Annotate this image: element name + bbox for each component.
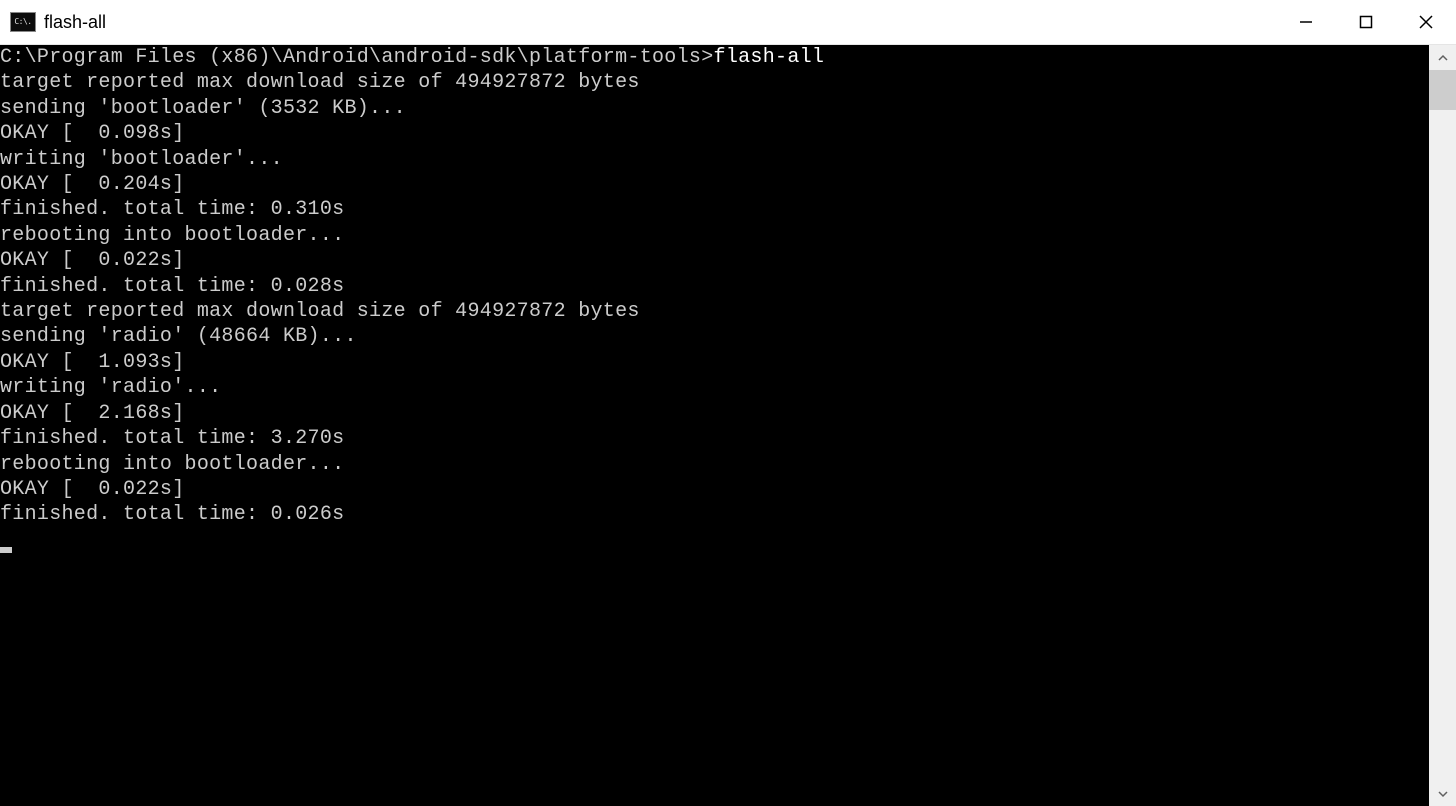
terminal-line: rebooting into bootloader...	[0, 223, 1429, 248]
scroll-thumb[interactable]	[1429, 70, 1456, 110]
minimize-button[interactable]	[1276, 0, 1336, 44]
window-controls	[1276, 0, 1456, 44]
terminal-line: OKAY [ 1.093s]	[0, 350, 1429, 375]
titlebar: C:\. flash-all	[0, 0, 1456, 45]
prompt-line: C:\Program Files (x86)\Android\android-s…	[0, 45, 1429, 70]
terminal-cursor	[0, 547, 12, 553]
prompt-path: C:\Program Files (x86)\Android\android-s…	[0, 46, 714, 69]
scroll-down-button[interactable]	[1429, 781, 1456, 806]
terminal-line: OKAY [ 0.204s]	[0, 172, 1429, 197]
terminal-line: target reported max download size of 494…	[0, 70, 1429, 95]
terminal-line: finished. total time: 0.028s	[0, 274, 1429, 299]
minimize-icon	[1299, 15, 1313, 29]
close-button[interactable]	[1396, 0, 1456, 44]
terminal-line: finished. total time: 0.026s	[0, 502, 1429, 527]
chevron-up-icon	[1438, 53, 1448, 63]
terminal-line: finished. total time: 0.310s	[0, 197, 1429, 222]
terminal-output[interactable]: C:\Program Files (x86)\Android\android-s…	[0, 45, 1429, 806]
scroll-up-button[interactable]	[1429, 45, 1456, 70]
terminal-line: OKAY [ 0.022s]	[0, 477, 1429, 502]
terminal-line: writing 'bootloader'...	[0, 147, 1429, 172]
terminal-line: OKAY [ 0.022s]	[0, 248, 1429, 273]
window-title: flash-all	[44, 12, 1276, 33]
cmd-icon: C:\.	[10, 12, 36, 32]
prompt-command: flash-all	[714, 46, 825, 69]
maximize-icon	[1359, 15, 1373, 29]
terminal-line: sending 'bootloader' (3532 KB)...	[0, 96, 1429, 121]
maximize-button[interactable]	[1336, 0, 1396, 44]
terminal-line: writing 'radio'...	[0, 375, 1429, 400]
content-wrapper: C:\Program Files (x86)\Android\android-s…	[0, 45, 1456, 806]
chevron-down-icon	[1438, 789, 1448, 799]
terminal-line: sending 'radio' (48664 KB)...	[0, 324, 1429, 349]
scroll-track[interactable]	[1429, 70, 1456, 781]
terminal-line: rebooting into bootloader...	[0, 452, 1429, 477]
vertical-scrollbar[interactable]	[1429, 45, 1456, 806]
terminal-line: target reported max download size of 494…	[0, 299, 1429, 324]
terminal-line: OKAY [ 0.098s]	[0, 121, 1429, 146]
close-icon	[1419, 15, 1433, 29]
cmd-icon-glyph: C:\.	[14, 18, 31, 26]
terminal-line: finished. total time: 3.270s	[0, 426, 1429, 451]
terminal-line: OKAY [ 2.168s]	[0, 401, 1429, 426]
